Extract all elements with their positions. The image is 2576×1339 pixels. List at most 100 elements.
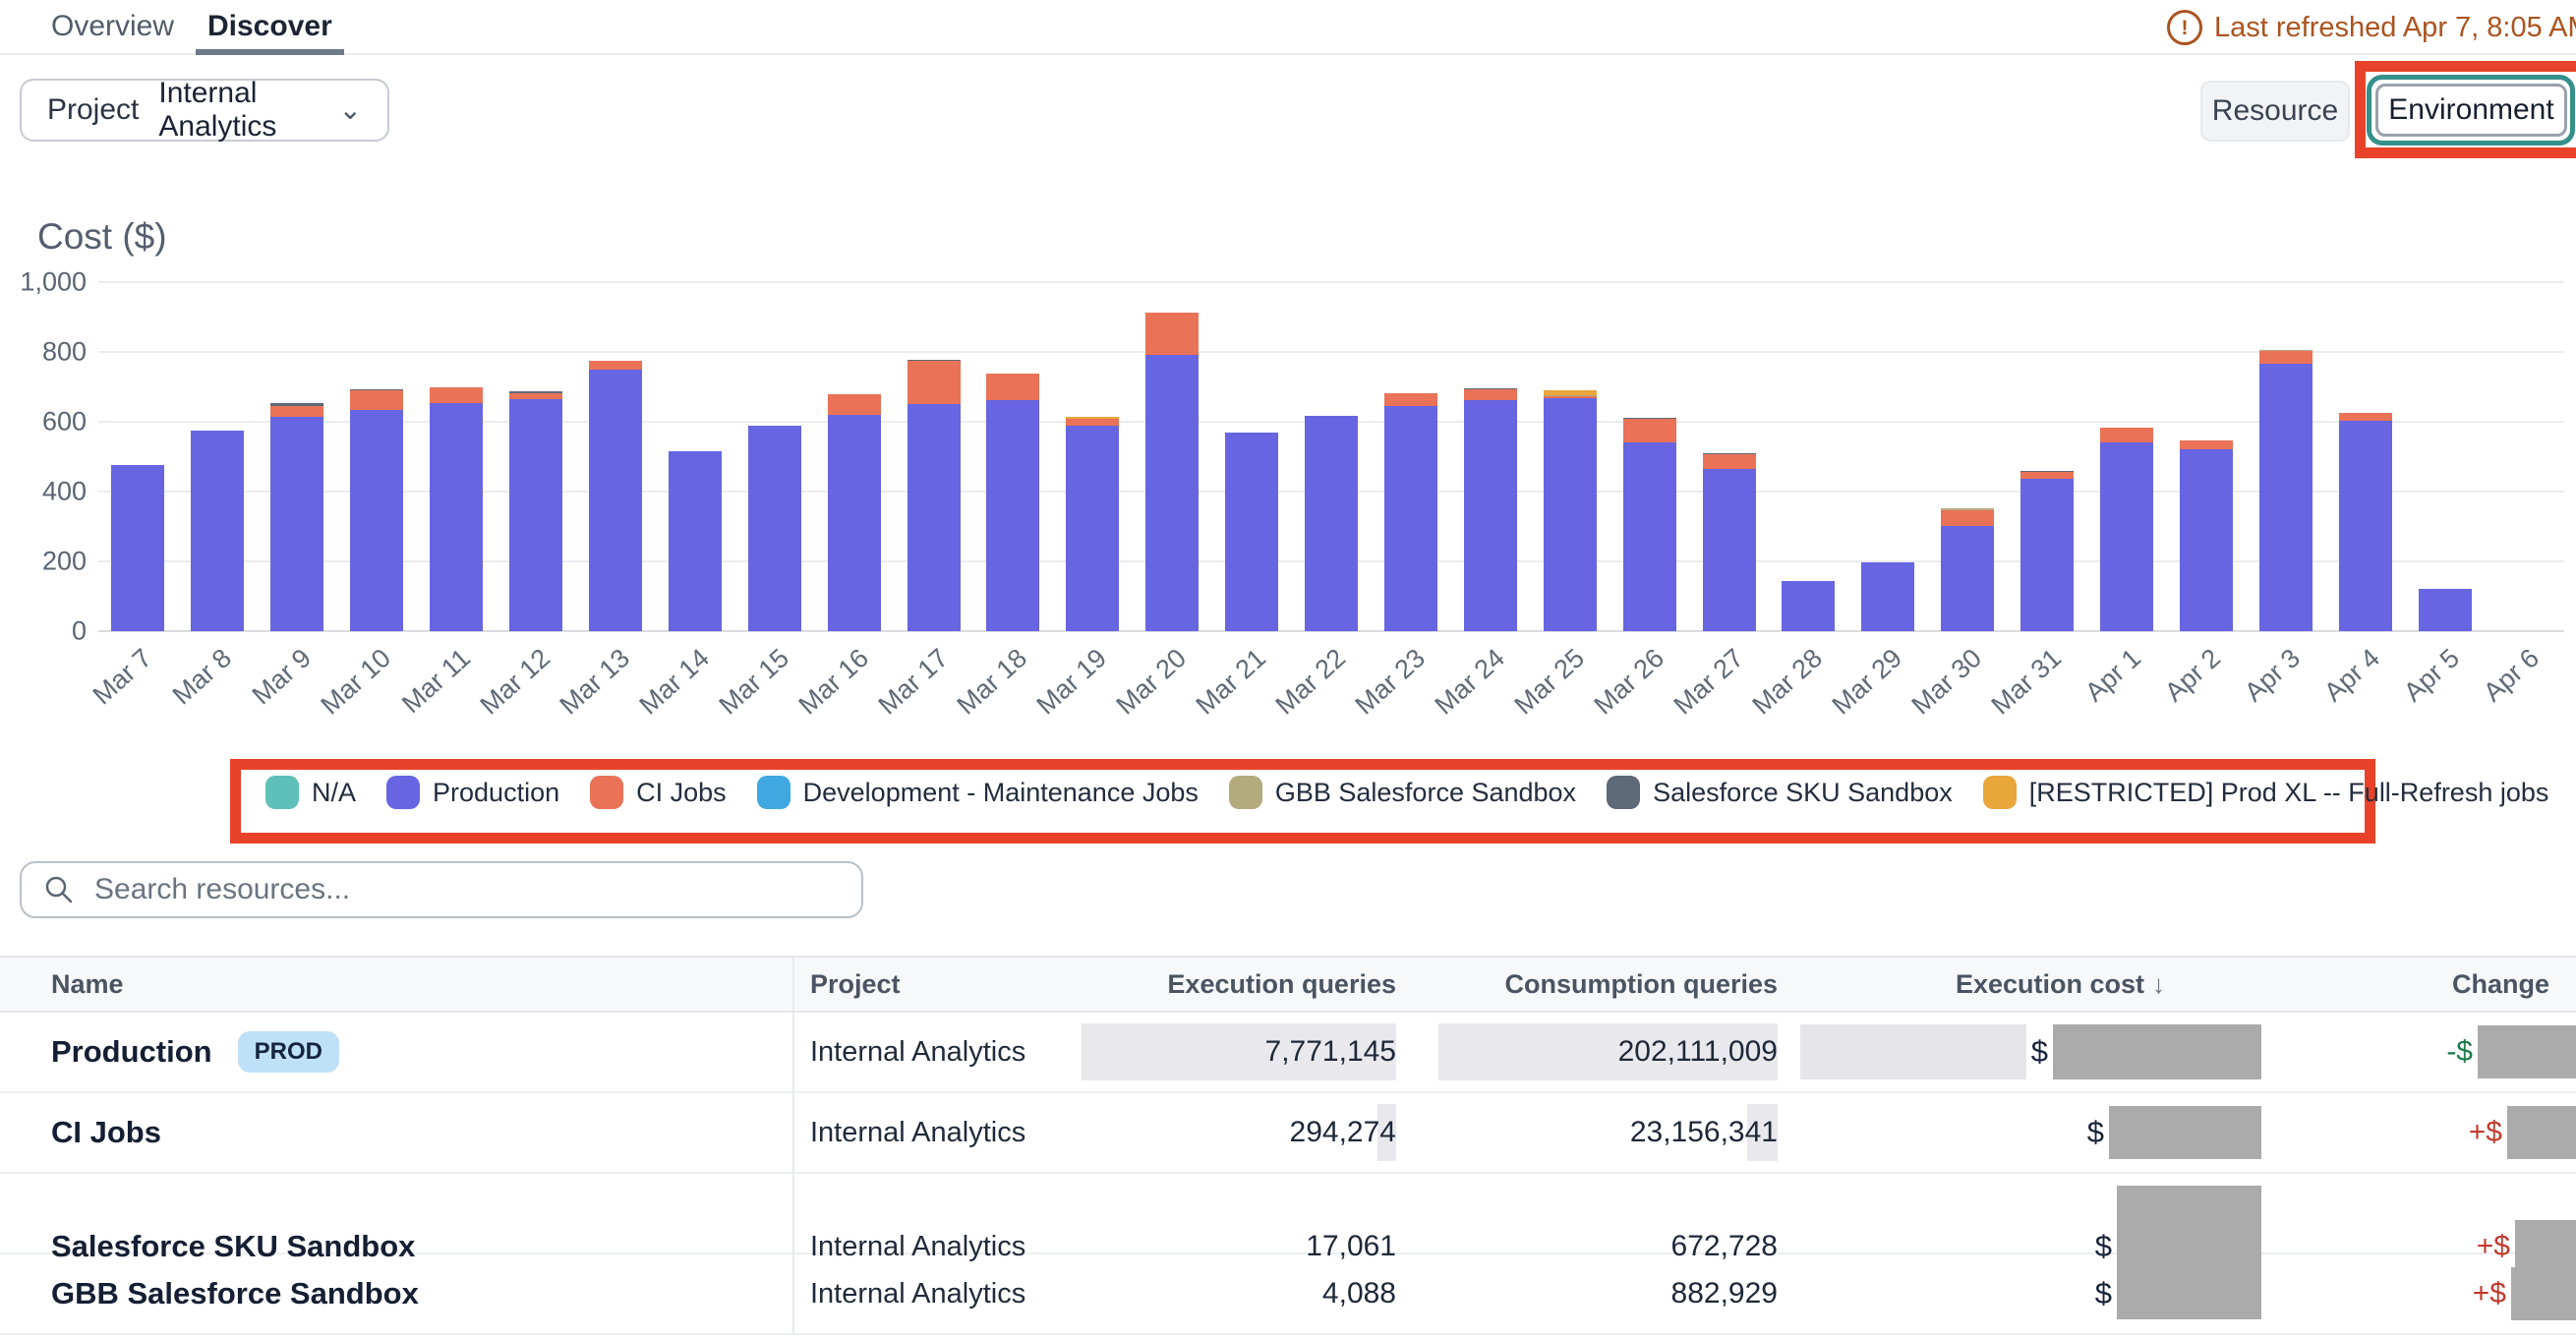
production-segment[interactable] xyxy=(509,399,562,631)
production-segment[interactable] xyxy=(1703,469,1756,631)
bar-mar-13[interactable] xyxy=(589,361,642,631)
bar-slot-mar-7[interactable]: Mar 7 xyxy=(98,282,178,631)
legend-item-n-a[interactable]: N/A xyxy=(265,776,356,809)
bar-mar-9[interactable] xyxy=(270,403,323,631)
ci-jobs-segment[interactable] xyxy=(589,361,642,370)
production-segment[interactable] xyxy=(430,403,483,632)
bar-mar-20[interactable] xyxy=(1145,313,1199,631)
bar-slot-mar-31[interactable]: Mar 31 xyxy=(2008,282,2087,631)
bar-mar-18[interactable] xyxy=(986,374,1039,631)
production-segment[interactable] xyxy=(191,431,244,631)
bar-slot-mar-21[interactable]: Mar 21 xyxy=(1212,282,1292,631)
legend-item-salesforce-sku-sandbox[interactable]: Salesforce SKU Sandbox xyxy=(1607,776,1953,809)
ci-jobs-segment[interactable] xyxy=(430,387,483,403)
bar-slot-apr-1[interactable]: Apr 1 xyxy=(2087,282,2167,631)
ci-jobs-segment[interactable] xyxy=(1145,313,1199,355)
ci-jobs-segment[interactable] xyxy=(1941,510,1994,526)
bar-mar-7[interactable] xyxy=(111,465,164,631)
legend-item-gbb-salesforce-sandbox[interactable]: GBB Salesforce Sandbox xyxy=(1229,776,1576,809)
production-segment[interactable] xyxy=(1861,562,1914,631)
bar-slot-mar-15[interactable]: Mar 15 xyxy=(734,282,814,631)
bar-slot-apr-2[interactable]: Apr 2 xyxy=(2167,282,2247,631)
bar-slot-mar-8[interactable]: Mar 8 xyxy=(178,282,258,631)
bar-mar-30[interactable] xyxy=(1941,508,1994,631)
bar-mar-17[interactable] xyxy=(907,360,961,631)
bar-slot-mar-23[interactable]: Mar 23 xyxy=(1372,282,1451,631)
ci-jobs-segment[interactable] xyxy=(828,394,881,415)
bar-mar-21[interactable] xyxy=(1225,433,1278,631)
bar-mar-16[interactable] xyxy=(828,394,881,631)
production-segment[interactable] xyxy=(2419,589,2472,631)
production-segment[interactable] xyxy=(669,451,722,631)
bar-mar-10[interactable] xyxy=(350,389,403,631)
bar-slot-mar-26[interactable]: Mar 26 xyxy=(1610,282,1689,631)
col-header-project[interactable]: Project xyxy=(792,958,1082,1011)
bar-slot-mar-17[interactable]: Mar 17 xyxy=(894,282,973,631)
bar-mar-14[interactable] xyxy=(669,451,722,631)
ci-jobs-segment[interactable] xyxy=(2100,428,2153,441)
bar-slot-mar-30[interactable]: Mar 30 xyxy=(1928,282,2008,631)
ci-jobs-segment[interactable] xyxy=(1623,419,1676,442)
legend-item-ci-jobs[interactable]: CI Jobs xyxy=(590,776,727,809)
bar-slot-mar-28[interactable]: Mar 28 xyxy=(1769,282,1848,631)
sort-desc-icon[interactable]: ↓ xyxy=(2152,969,2165,999)
bar-mar-25[interactable] xyxy=(1544,390,1597,631)
bar-mar-22[interactable] xyxy=(1305,416,1358,631)
ci-jobs-segment[interactable] xyxy=(1384,393,1437,406)
production-segment[interactable] xyxy=(111,465,164,631)
table-row-salesforce-sku-sandbox[interactable]: Salesforce SKU SandboxInternal Analytics… xyxy=(0,1174,2576,1254)
environment-toggle-button[interactable]: Environment xyxy=(2375,84,2567,137)
production-segment[interactable] xyxy=(350,410,403,631)
bar-apr-1[interactable] xyxy=(2100,428,2153,631)
bar-slot-apr-6[interactable]: Apr 6 xyxy=(2485,282,2564,631)
legend-item-restricted-prod-xl-full-refresh-jobs[interactable]: [RESTRICTED] Prod XL -- Full-Refresh job… xyxy=(1983,776,2549,809)
bar-slot-apr-4[interactable]: Apr 4 xyxy=(2325,282,2405,631)
bar-slot-mar-24[interactable]: Mar 24 xyxy=(1450,282,1530,631)
col-header-name[interactable]: Name xyxy=(0,969,792,1000)
production-segment[interactable] xyxy=(2100,442,2153,631)
bar-mar-23[interactable] xyxy=(1384,393,1437,631)
ci-jobs-segment[interactable] xyxy=(350,390,403,410)
col-header-execution-cost[interactable]: Execution cost↓ xyxy=(1778,969,2291,1000)
production-segment[interactable] xyxy=(986,400,1039,631)
production-segment[interactable] xyxy=(2259,364,2313,631)
production-segment[interactable] xyxy=(1384,406,1437,631)
ci-jobs-segment[interactable] xyxy=(986,374,1039,400)
ci-jobs-segment[interactable] xyxy=(907,361,961,404)
production-segment[interactable] xyxy=(270,417,323,631)
production-segment[interactable] xyxy=(828,415,881,631)
table-row-ci-jobs[interactable]: CI JobsInternal Analytics294,27423,156,3… xyxy=(0,1093,2576,1174)
production-segment[interactable] xyxy=(907,404,961,631)
production-segment[interactable] xyxy=(1225,433,1278,631)
bar-slot-mar-20[interactable]: Mar 20 xyxy=(1133,282,1212,631)
bar-apr-3[interactable] xyxy=(2259,350,2313,631)
ci-jobs-segment[interactable] xyxy=(1066,419,1119,426)
production-segment[interactable] xyxy=(1305,416,1358,631)
bar-mar-12[interactable] xyxy=(509,391,562,631)
bar-mar-15[interactable] xyxy=(748,426,801,631)
production-segment[interactable] xyxy=(2180,449,2233,631)
bar-slot-mar-22[interactable]: Mar 22 xyxy=(1292,282,1372,631)
production-segment[interactable] xyxy=(1464,400,1517,631)
project-filter-dropdown[interactable]: Project Internal Analytics ⌄ xyxy=(20,79,389,142)
search-input[interactable] xyxy=(92,872,840,907)
bar-mar-29[interactable] xyxy=(1861,562,1914,631)
bar-slot-mar-29[interactable]: Mar 29 xyxy=(1848,282,1928,631)
bar-slot-apr-5[interactable]: Apr 5 xyxy=(2405,282,2485,631)
ci-jobs-segment[interactable] xyxy=(270,406,323,417)
production-segment[interactable] xyxy=(2339,421,2392,631)
bar-slot-mar-10[interactable]: Mar 10 xyxy=(337,282,417,631)
legend-item-production[interactable]: Production xyxy=(386,776,559,809)
bar-slot-mar-18[interactable]: Mar 18 xyxy=(973,282,1053,631)
ci-jobs-segment[interactable] xyxy=(2259,351,2313,365)
legend-item-development-maintenance-jobs[interactable]: Development - Maintenance Jobs xyxy=(757,776,1199,809)
bar-slot-mar-14[interactable]: Mar 14 xyxy=(655,282,734,631)
bar-slot-mar-11[interactable]: Mar 11 xyxy=(417,282,497,631)
bar-mar-8[interactable] xyxy=(191,431,244,631)
bar-mar-19[interactable] xyxy=(1066,417,1119,631)
ci-jobs-segment[interactable] xyxy=(1464,389,1517,400)
bar-mar-24[interactable] xyxy=(1464,388,1517,631)
resource-toggle-button[interactable]: Resource xyxy=(2200,81,2350,142)
ci-jobs-segment[interactable] xyxy=(1703,454,1756,468)
bar-slot-mar-9[interactable]: Mar 9 xyxy=(258,282,337,631)
